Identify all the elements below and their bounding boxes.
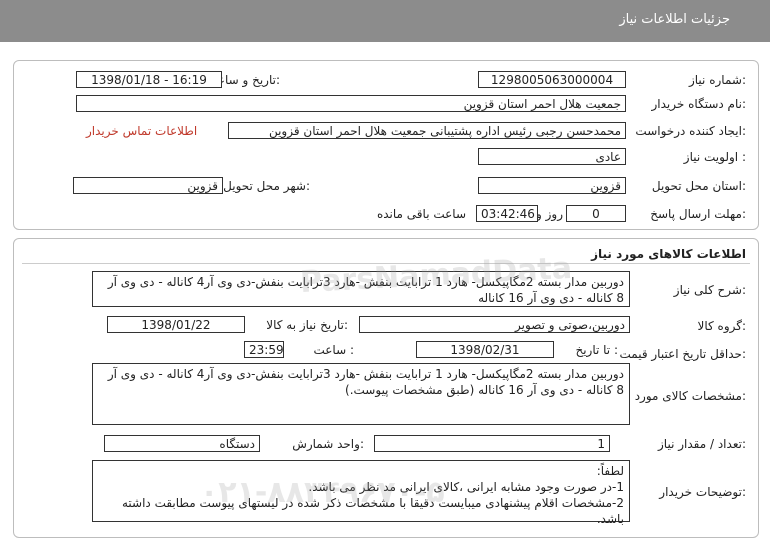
notes-line: 2-مشخصات اقلام پیشنهادی میبایست دقیقا با… bbox=[121, 496, 624, 526]
buyer-notes-field: لطفاً: 1-در صورت وجود مشابه ایرانی ،کالا… bbox=[92, 460, 630, 526]
notes-line: لطفاً: bbox=[596, 464, 624, 478]
hour-label: ساعت : bbox=[313, 343, 354, 357]
province-label: استان محل تحویل: bbox=[651, 179, 746, 193]
goods-group-field: دوربین،صوتی و تصویر bbox=[359, 316, 630, 333]
goods-info-panel: اطلاعات کالاهای مورد نیاز شرح کلی نیاز: … bbox=[13, 238, 759, 538]
section-divider bbox=[22, 263, 750, 264]
city-label: شهر محل تحویل: bbox=[223, 179, 310, 193]
province-field: قزوین bbox=[478, 177, 626, 194]
page-header: جزئیات اطلاعات نیاز bbox=[0, 0, 770, 42]
need-number-label: شماره نیاز: bbox=[688, 73, 746, 87]
days-field: 0 bbox=[566, 205, 626, 222]
buyer-org-field: جمعیت هلال احمر استان قزوین bbox=[76, 95, 626, 112]
need-date-label: تاریخ نیاز به کالا: bbox=[266, 318, 348, 332]
need-number-field: 1298005063000004 bbox=[478, 71, 626, 88]
general-info-panel: شماره نیاز: 1298005063000004 تاریخ و ساع… bbox=[13, 60, 759, 230]
buyer-notes-label: توضیحات خریدار: bbox=[659, 485, 746, 499]
deadline-label: مهلت ارسال پاسخ: bbox=[650, 207, 746, 221]
specs-label: مشخصات کالای مورد نیاز: bbox=[614, 389, 746, 403]
quantity-field: 1 bbox=[374, 435, 610, 452]
page-title: جزئیات اطلاعات نیاز bbox=[619, 12, 730, 27]
requester-label: ایجاد کننده درخواست: bbox=[635, 124, 746, 138]
unit-label: واحد شمارش: bbox=[292, 437, 364, 451]
time-left-suffix: ساعت باقی مانده bbox=[376, 207, 466, 221]
buyer-org-label: نام دستگاه خریدار: bbox=[651, 97, 747, 111]
until-date-field: 1398/02/31 bbox=[416, 341, 554, 358]
summary-field: دوربین مدار بسته 2مگاپیکسل- هارد 1 ترابا… bbox=[92, 271, 630, 307]
goods-group-label: گروه کالا: bbox=[697, 319, 747, 333]
days-unit-label: روز و bbox=[536, 207, 563, 221]
goods-section-title: اطلاعات کالاهای مورد نیاز bbox=[591, 247, 746, 261]
summary-label: شرح کلی نیاز: bbox=[673, 283, 746, 297]
price-validity-label: حداقل تاریخ اعتبار قیمت: bbox=[619, 347, 746, 361]
hour-field: 23:59 bbox=[244, 341, 284, 358]
until-date-label: تا تاریخ : bbox=[575, 343, 618, 357]
specs-field: دوربین مدار بسته 2مگاپیکسل- هارد 1 ترابا… bbox=[92, 363, 630, 425]
quantity-label: تعداد / مقدار نیاز: bbox=[658, 437, 746, 451]
priority-label: اولویت نیاز : bbox=[683, 150, 746, 164]
buyer-contact-link[interactable]: اطلاعات تماس خریدار bbox=[86, 124, 197, 138]
requester-field: محمدحسن رجبی رئیس اداره پشتیبانی جمعیت ه… bbox=[228, 122, 626, 139]
priority-field: عادی bbox=[478, 148, 626, 165]
announce-date-field: 1398/01/18 - 16:19 bbox=[76, 71, 222, 88]
notes-line: 1-در صورت وجود مشابه ایرانی ،کالای ایران… bbox=[308, 480, 624, 494]
city-field: قزوین bbox=[73, 177, 223, 194]
unit-field: دستگاه bbox=[104, 435, 260, 452]
time-left-field: 03:42:46 bbox=[476, 205, 538, 222]
need-date-field: 1398/01/22 bbox=[107, 316, 245, 333]
